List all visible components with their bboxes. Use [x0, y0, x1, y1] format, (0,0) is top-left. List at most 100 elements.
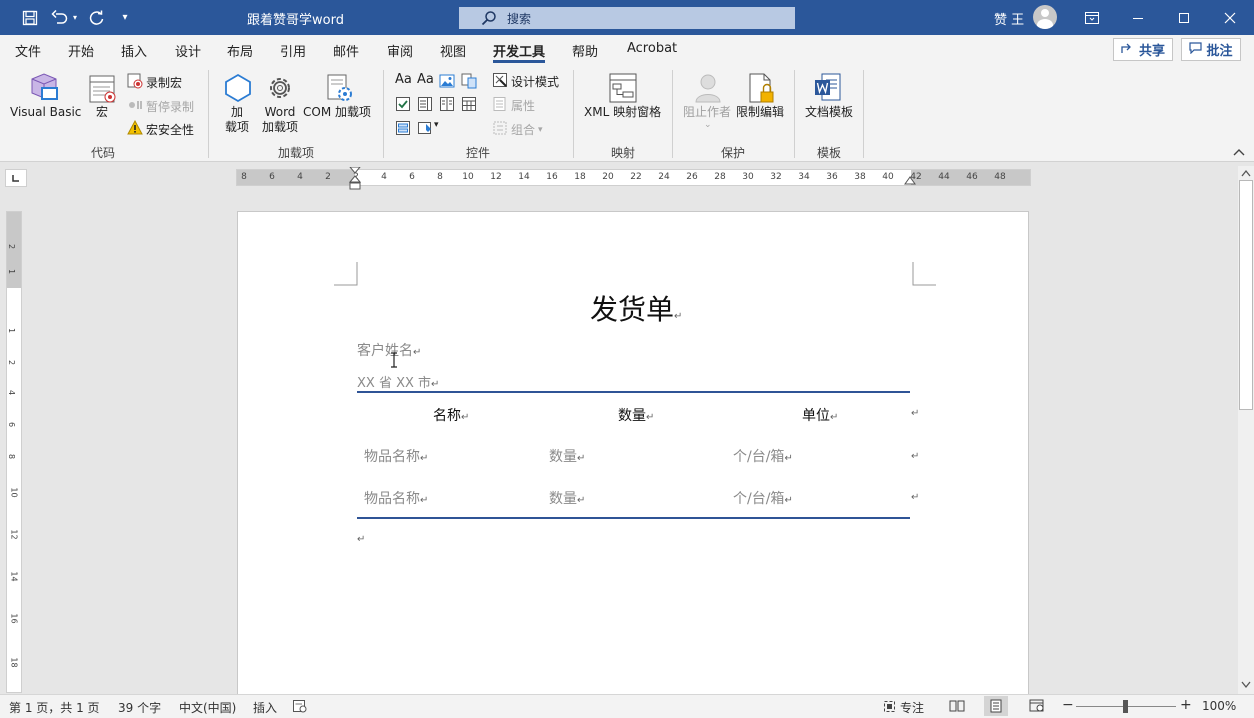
insert-mode[interactable]: 插入: [253, 699, 277, 716]
table-cell-item-name[interactable]: 物品名称↵: [364, 446, 428, 466]
vertical-ruler[interactable]: 2 1 1 2 4 6 8 10 12 14 16 18: [6, 211, 22, 693]
web-layout-icon[interactable]: [1029, 699, 1045, 716]
comments-button[interactable]: 批注: [1181, 38, 1241, 61]
table-header-name[interactable]: 名称↵: [433, 405, 469, 425]
combo-box-control-icon[interactable]: [417, 96, 433, 112]
zoom-level[interactable]: 100%: [1202, 699, 1236, 713]
gear-icon[interactable]: [263, 72, 297, 104]
minimize-icon[interactable]: [1115, 0, 1161, 35]
empty-paragraph-mark[interactable]: ↵: [357, 534, 365, 545]
tab-insert[interactable]: 插入: [121, 41, 147, 60]
read-mode-icon[interactable]: [949, 699, 965, 716]
ribbon-display-options-icon[interactable]: [1069, 0, 1115, 35]
tab-mailings[interactable]: 邮件: [333, 41, 359, 60]
table-header-quantity[interactable]: 数量↵: [618, 405, 654, 425]
macro-security-button[interactable]: 宏安全性: [127, 119, 194, 139]
undo-dropdown-icon[interactable]: ▾: [70, 0, 80, 35]
right-indent-marker[interactable]: [904, 176, 916, 188]
focus-icon[interactable]: [883, 700, 897, 716]
zoom-in-button[interactable]: +: [1180, 697, 1192, 713]
vertical-scrollbar[interactable]: [1238, 166, 1254, 694]
xml-mapping-pane-button[interactable]: XML 映射窗格: [584, 105, 661, 120]
comments-label: 批注: [1206, 44, 1233, 59]
undo-icon[interactable]: [48, 0, 72, 35]
user-name[interactable]: 赞 王: [994, 9, 1024, 28]
design-mode-button[interactable]: 设计模式: [492, 72, 559, 91]
scroll-down-icon[interactable]: [1241, 681, 1251, 689]
save-icon[interactable]: [18, 0, 42, 35]
checkbox-control-icon[interactable]: [395, 96, 411, 112]
block-authors-button[interactable]: 阻止作者: [683, 105, 731, 120]
macro-record-status-icon[interactable]: [293, 700, 307, 716]
tab-layout[interactable]: 布局: [227, 41, 253, 60]
collapse-ribbon-icon[interactable]: [1233, 148, 1245, 156]
macros-icon[interactable]: [87, 72, 119, 106]
table-cell-quantity[interactable]: 数量↵: [549, 488, 585, 508]
focus-mode[interactable]: 专注: [900, 699, 924, 716]
dropdown-list-control-icon[interactable]: [439, 96, 455, 112]
visual-basic-button[interactable]: Visual Basic: [10, 105, 81, 120]
doc-heading[interactable]: 发货单↵: [590, 288, 682, 328]
share-button[interactable]: 共享: [1113, 38, 1173, 61]
group-button[interactable]: 组合 ▾: [492, 120, 543, 139]
page-count[interactable]: 第 1 页，共 1 页: [9, 699, 100, 716]
visual-basic-icon[interactable]: [26, 70, 62, 104]
search-box[interactable]: 搜索: [459, 7, 795, 29]
zoom-slider-thumb[interactable]: [1123, 700, 1128, 713]
picture-control-icon[interactable]: [439, 73, 455, 89]
plain-text-control-button[interactable]: Aa: [417, 72, 434, 87]
xml-mapping-pane-icon[interactable]: [606, 71, 640, 105]
repeating-section-control-icon[interactable]: [395, 120, 411, 136]
rich-text-control-button[interactable]: Aa: [395, 72, 412, 87]
properties-button[interactable]: 属性: [492, 96, 535, 115]
date-picker-control-icon[interactable]: [461, 96, 477, 112]
language-indicator[interactable]: 中文(中国): [179, 699, 236, 716]
tab-references[interactable]: 引用: [280, 41, 306, 60]
redo-icon[interactable]: [86, 0, 108, 35]
building-block-control-icon[interactable]: [461, 73, 477, 89]
tab-review[interactable]: 审阅: [387, 41, 413, 60]
addins-button[interactable]: 加 载项: [225, 105, 249, 135]
legacy-tools-icon[interactable]: [417, 120, 433, 136]
tab-developer[interactable]: 开发工具: [493, 41, 545, 60]
paragraph-mark: ↵: [674, 311, 683, 322]
scroll-up-icon[interactable]: [1241, 169, 1251, 177]
macros-button[interactable]: 宏: [96, 105, 108, 120]
restrict-editing-icon[interactable]: [744, 71, 778, 105]
record-macro-button[interactable]: 录制宏: [127, 73, 182, 92]
address-field[interactable]: XX 省 XX 市↵: [357, 372, 439, 391]
avatar[interactable]: [1033, 5, 1057, 29]
restrict-editing-button[interactable]: 限制编辑: [736, 105, 784, 120]
word-count[interactable]: 39 个字: [118, 699, 161, 716]
block-authors-icon[interactable]: [691, 71, 725, 105]
zoom-out-button[interactable]: −: [1062, 697, 1074, 713]
scrollbar-thumb[interactable]: [1239, 180, 1253, 410]
pause-recording-button[interactable]: 暂停录制: [127, 97, 194, 116]
table-cell-unit[interactable]: 个/台/箱↵: [733, 446, 793, 466]
close-icon[interactable]: [1207, 0, 1253, 35]
document-template-icon[interactable]: [811, 71, 845, 105]
tab-home[interactable]: 开始: [68, 41, 94, 60]
addins-icon[interactable]: [221, 72, 255, 104]
com-addins-button[interactable]: COM 加载项: [303, 105, 371, 120]
indent-markers[interactable]: [349, 167, 361, 191]
word-addins-button[interactable]: Word 加载项: [262, 105, 298, 135]
tab-acrobat[interactable]: Acrobat: [627, 41, 677, 56]
table-cell-item-name[interactable]: 物品名称↵: [364, 488, 428, 508]
horizontal-ruler[interactable]: 8642246810121416182022242628303234363840…: [236, 167, 1031, 190]
tab-design[interactable]: 设计: [175, 41, 201, 60]
tab-view[interactable]: 视图: [440, 41, 466, 60]
tab-selector[interactable]: [5, 169, 27, 187]
table-header-unit[interactable]: 单位↵: [802, 405, 838, 425]
customize-quick-access-icon[interactable]: ▾: [117, 0, 133, 35]
com-addins-icon[interactable]: [322, 72, 356, 104]
table-cell-quantity[interactable]: 数量↵: [549, 446, 585, 466]
block-authors-dropdown-icon[interactable]: ⌄: [704, 120, 712, 130]
document-template-button[interactable]: 文档模板: [805, 105, 853, 120]
maximize-icon[interactable]: [1161, 0, 1207, 35]
print-layout-icon[interactable]: [984, 696, 1008, 716]
tab-help[interactable]: 帮助: [572, 41, 598, 60]
legacy-tools-dropdown-icon[interactable]: ▾: [434, 120, 439, 130]
table-cell-unit[interactable]: 个/台/箱↵: [733, 488, 793, 508]
tab-file[interactable]: 文件: [15, 41, 41, 60]
